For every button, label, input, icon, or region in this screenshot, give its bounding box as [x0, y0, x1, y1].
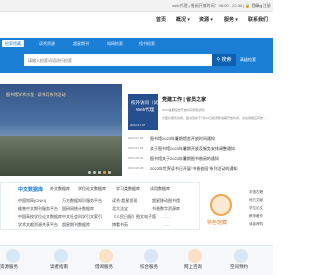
language-switch[interactable]: Eng [255, 3, 262, 8]
news-title[interactable]: 图书馆关于2023年暑期图书借阅的通知 [150, 156, 219, 162]
featured-news-title[interactable]: 党建工作 | 省员之家 [162, 96, 206, 103]
resource-service-icon [6, 249, 20, 263]
reader-guide-icon [54, 249, 68, 263]
featured-news-subtitle[interactable]: 2023暑期馆舍开放时间调整通知 [162, 108, 205, 112]
tab-trial-db[interactable]: 试用数据库 [150, 186, 170, 192]
db-link[interactable]: 中国知网(CNKI) [18, 198, 46, 204]
db-link[interactable]: …… [162, 214, 170, 219]
news-list-item[interactable]: 2023-06-28 2023年世界读书日开展“书香校园”系列活动的通知 [128, 166, 273, 176]
search-input[interactable] [24, 54, 212, 66]
tab-learning-db[interactable]: 学习类数据库 [116, 186, 140, 192]
tab-cnki[interactable]: 知网检索 [104, 40, 126, 47]
nav-item-contact[interactable]: 联系我们 [248, 16, 268, 23]
tab-find-book[interactable]: 找书检索 [136, 40, 158, 47]
service-link-general[interactable]: 综合服务 [140, 264, 158, 270]
featured-news-summary: 为更好服务读者，图书馆将于7月10日起调整暑期开放时间，请读者相互转告…… [162, 116, 270, 120]
carousel-dot[interactable] [108, 171, 111, 174]
db-link[interactable]: 书香数字资源库 [152, 206, 180, 212]
special-link[interactable]: 地方文献 [249, 198, 263, 203]
db-link[interactable]: 《人民日报》图文电子版 [112, 214, 156, 220]
db-link[interactable]: 北大法宝 [112, 206, 128, 212]
special-collections-label: 特色馆藏 [207, 220, 228, 226]
search-button[interactable]: ⚲ 搜索 [212, 54, 236, 66]
search-icon: ⚲ [216, 57, 221, 63]
featured-news-image[interactable]: 校外访问（试用） Web代理 2023-07-07 [128, 94, 167, 130]
db-link[interactable]: 维普中文期刊服务平台 [18, 206, 58, 212]
special-link[interactable]: 教师著作 [249, 214, 263, 219]
news-date: 2023-07-05 [128, 146, 144, 150]
special-collections-icon [210, 194, 232, 216]
online-consult-icon [188, 249, 202, 263]
nav-item-resources[interactable]: 资源 ▾ [199, 16, 213, 23]
db-link[interactable]: 超星期刊数据库 [62, 222, 90, 228]
carousel-dot[interactable] [88, 171, 91, 174]
service-link-consult[interactable]: 网上咨询 [184, 264, 202, 270]
borrow-service-icon [99, 249, 113, 263]
nav-item-services[interactable]: 服务 ▾ [224, 16, 238, 23]
tab-duxiu[interactable]: 读秀资源 [36, 40, 58, 47]
db-link[interactable]: 学术文献资源共享平台 [18, 222, 58, 228]
service-link-booking[interactable]: 空间预约 [230, 264, 248, 270]
advanced-search-link[interactable]: 高级检索 [240, 57, 256, 63]
special-collections[interactable]: 特色馆藏 [204, 186, 240, 228]
carousel-dot[interactable] [93, 171, 96, 174]
news-date: 2023-06-30 [128, 156, 144, 160]
db-link[interactable]: 中文社会科学引文索引 [62, 214, 102, 220]
carousel-dots [88, 170, 113, 175]
news-date: 2023-06-28 [128, 166, 144, 170]
special-link[interactable]: 学位论文 [249, 206, 263, 211]
db-link[interactable]: 国研网统计数据库 [62, 206, 94, 212]
search-button-label: 搜索 [221, 57, 232, 63]
banner-caption: 图书馆学术沙龙 · 读书月系列活动 [6, 92, 66, 97]
space-booking-icon [234, 249, 248, 263]
service-bar: 资源服务 读者指南 借阅服务 综合服务 网上咨询 空间预约 [0, 245, 273, 275]
news-list-item[interactable]: 2023-07-06 图书馆2023年暑期馆舍开放时间通知 [128, 136, 273, 146]
general-service-icon [144, 249, 158, 263]
main-nav: 首页 概况 ▾ 资源 ▾ 服务 ▾ 联系我们 [0, 12, 273, 26]
carousel-dot-active[interactable] [103, 171, 106, 174]
news-list-item[interactable]: 2023-06-30 图书馆关于2023年暑期图书借阅的通知 [128, 156, 273, 166]
tab-catalog[interactable]: 检索馆藏 [2, 40, 24, 47]
service-link-resources[interactable]: 资源服务 [0, 264, 18, 270]
search-tabs: 检索馆藏 读秀资源 超星期刊 知网检索 找书检索 [0, 38, 273, 49]
search-bar: ⚲ 搜索 高级检索 [0, 49, 273, 73]
special-link[interactable]: 本馆古籍 [249, 190, 263, 195]
tab-thesis-db[interactable]: 学位论文数据库 [78, 186, 106, 192]
db-link[interactable]: 万方数据知识服务平台 [62, 198, 102, 204]
db-link[interactable]: 超星移动图书馆 [152, 198, 180, 204]
db-link[interactable]: 博看书苑 [112, 222, 128, 228]
banner-carousel[interactable]: 图书馆学术沙龙 · 读书月系列活动 [0, 84, 122, 176]
news-date: 2023-07-06 [128, 136, 144, 140]
db-link[interactable]: 读秀·超星发现 [112, 198, 137, 204]
news-list-item[interactable]: 2023-07-05 关于图书馆2023年暑期开放及服务安排调整通知 [128, 146, 273, 156]
tab-foreign-db[interactable]: 外文数据库 [50, 186, 70, 192]
tab-chinese-db[interactable]: 中文数据库 [18, 186, 43, 193]
news-title[interactable]: 图书馆2023年暑期馆舍开放时间通知 [150, 136, 215, 142]
featured-image-line2: Web代理 [136, 107, 155, 112]
carousel-dot[interactable] [98, 171, 101, 174]
special-link[interactable]: 读者荐购 [249, 222, 263, 227]
news-title[interactable]: 2023年世界读书日开展“书香校园”系列活动的通知 [150, 166, 238, 172]
nav-item-home[interactable]: 首页 [156, 16, 166, 23]
service-link-borrow[interactable]: 借阅服务 [95, 264, 113, 270]
tab-chaoxing[interactable]: 超星期刊 [70, 40, 92, 47]
featured-image-date: 2023-07-07 [130, 123, 146, 127]
db-link[interactable]: …… [162, 222, 170, 227]
top-utility-bar: web代理 | 借阅开放时间：08:00 - 22:30 | 🔒 登录 | 注册… [0, 0, 273, 12]
db-link[interactable]: 中国高校学位论文数据库 [18, 214, 62, 220]
nav-item-overview[interactable]: 概况 ▾ [176, 16, 190, 23]
news-title[interactable]: 关于图书馆2023年暑期开放及服务安排调整通知 [150, 146, 235, 152]
service-link-guide[interactable]: 读者指南 [50, 264, 68, 270]
